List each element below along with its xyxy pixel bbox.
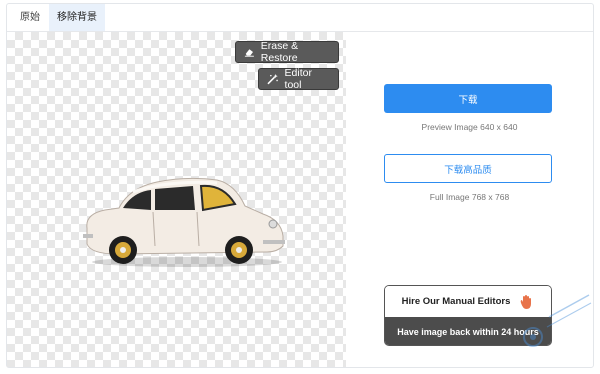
car-image	[83, 177, 285, 267]
hire-editors-label: Hire Our Manual Editors	[401, 296, 511, 307]
magic-wand-icon	[267, 74, 278, 85]
download-hq-button[interactable]: 下载高品质	[384, 154, 552, 183]
tab-original[interactable]: 原始	[11, 4, 49, 31]
editor-tool-label: Editor tool	[284, 67, 312, 91]
image-canvas: Erase & Restore Editor tool	[7, 32, 346, 367]
erase-restore-button[interactable]: Erase & Restore	[235, 40, 339, 64]
editor-tool-button[interactable]: Editor tool	[258, 67, 339, 91]
preview-image-caption: Preview Image 640 x 640	[421, 122, 518, 132]
tab-bar: 原始 移除背景	[7, 4, 593, 32]
eraser-icon	[244, 49, 254, 57]
erase-restore-label: Erase & Restore	[260, 40, 299, 64]
download-button[interactable]: 下载	[384, 84, 552, 113]
watermark-logo	[523, 294, 592, 347]
app-frame: 原始 移除背景 Erase & Restore Editor tool 下载 P…	[6, 3, 594, 368]
tab-remove-background[interactable]: 移除背景	[49, 4, 105, 31]
full-image-caption: Full Image 768 x 768	[429, 192, 510, 202]
